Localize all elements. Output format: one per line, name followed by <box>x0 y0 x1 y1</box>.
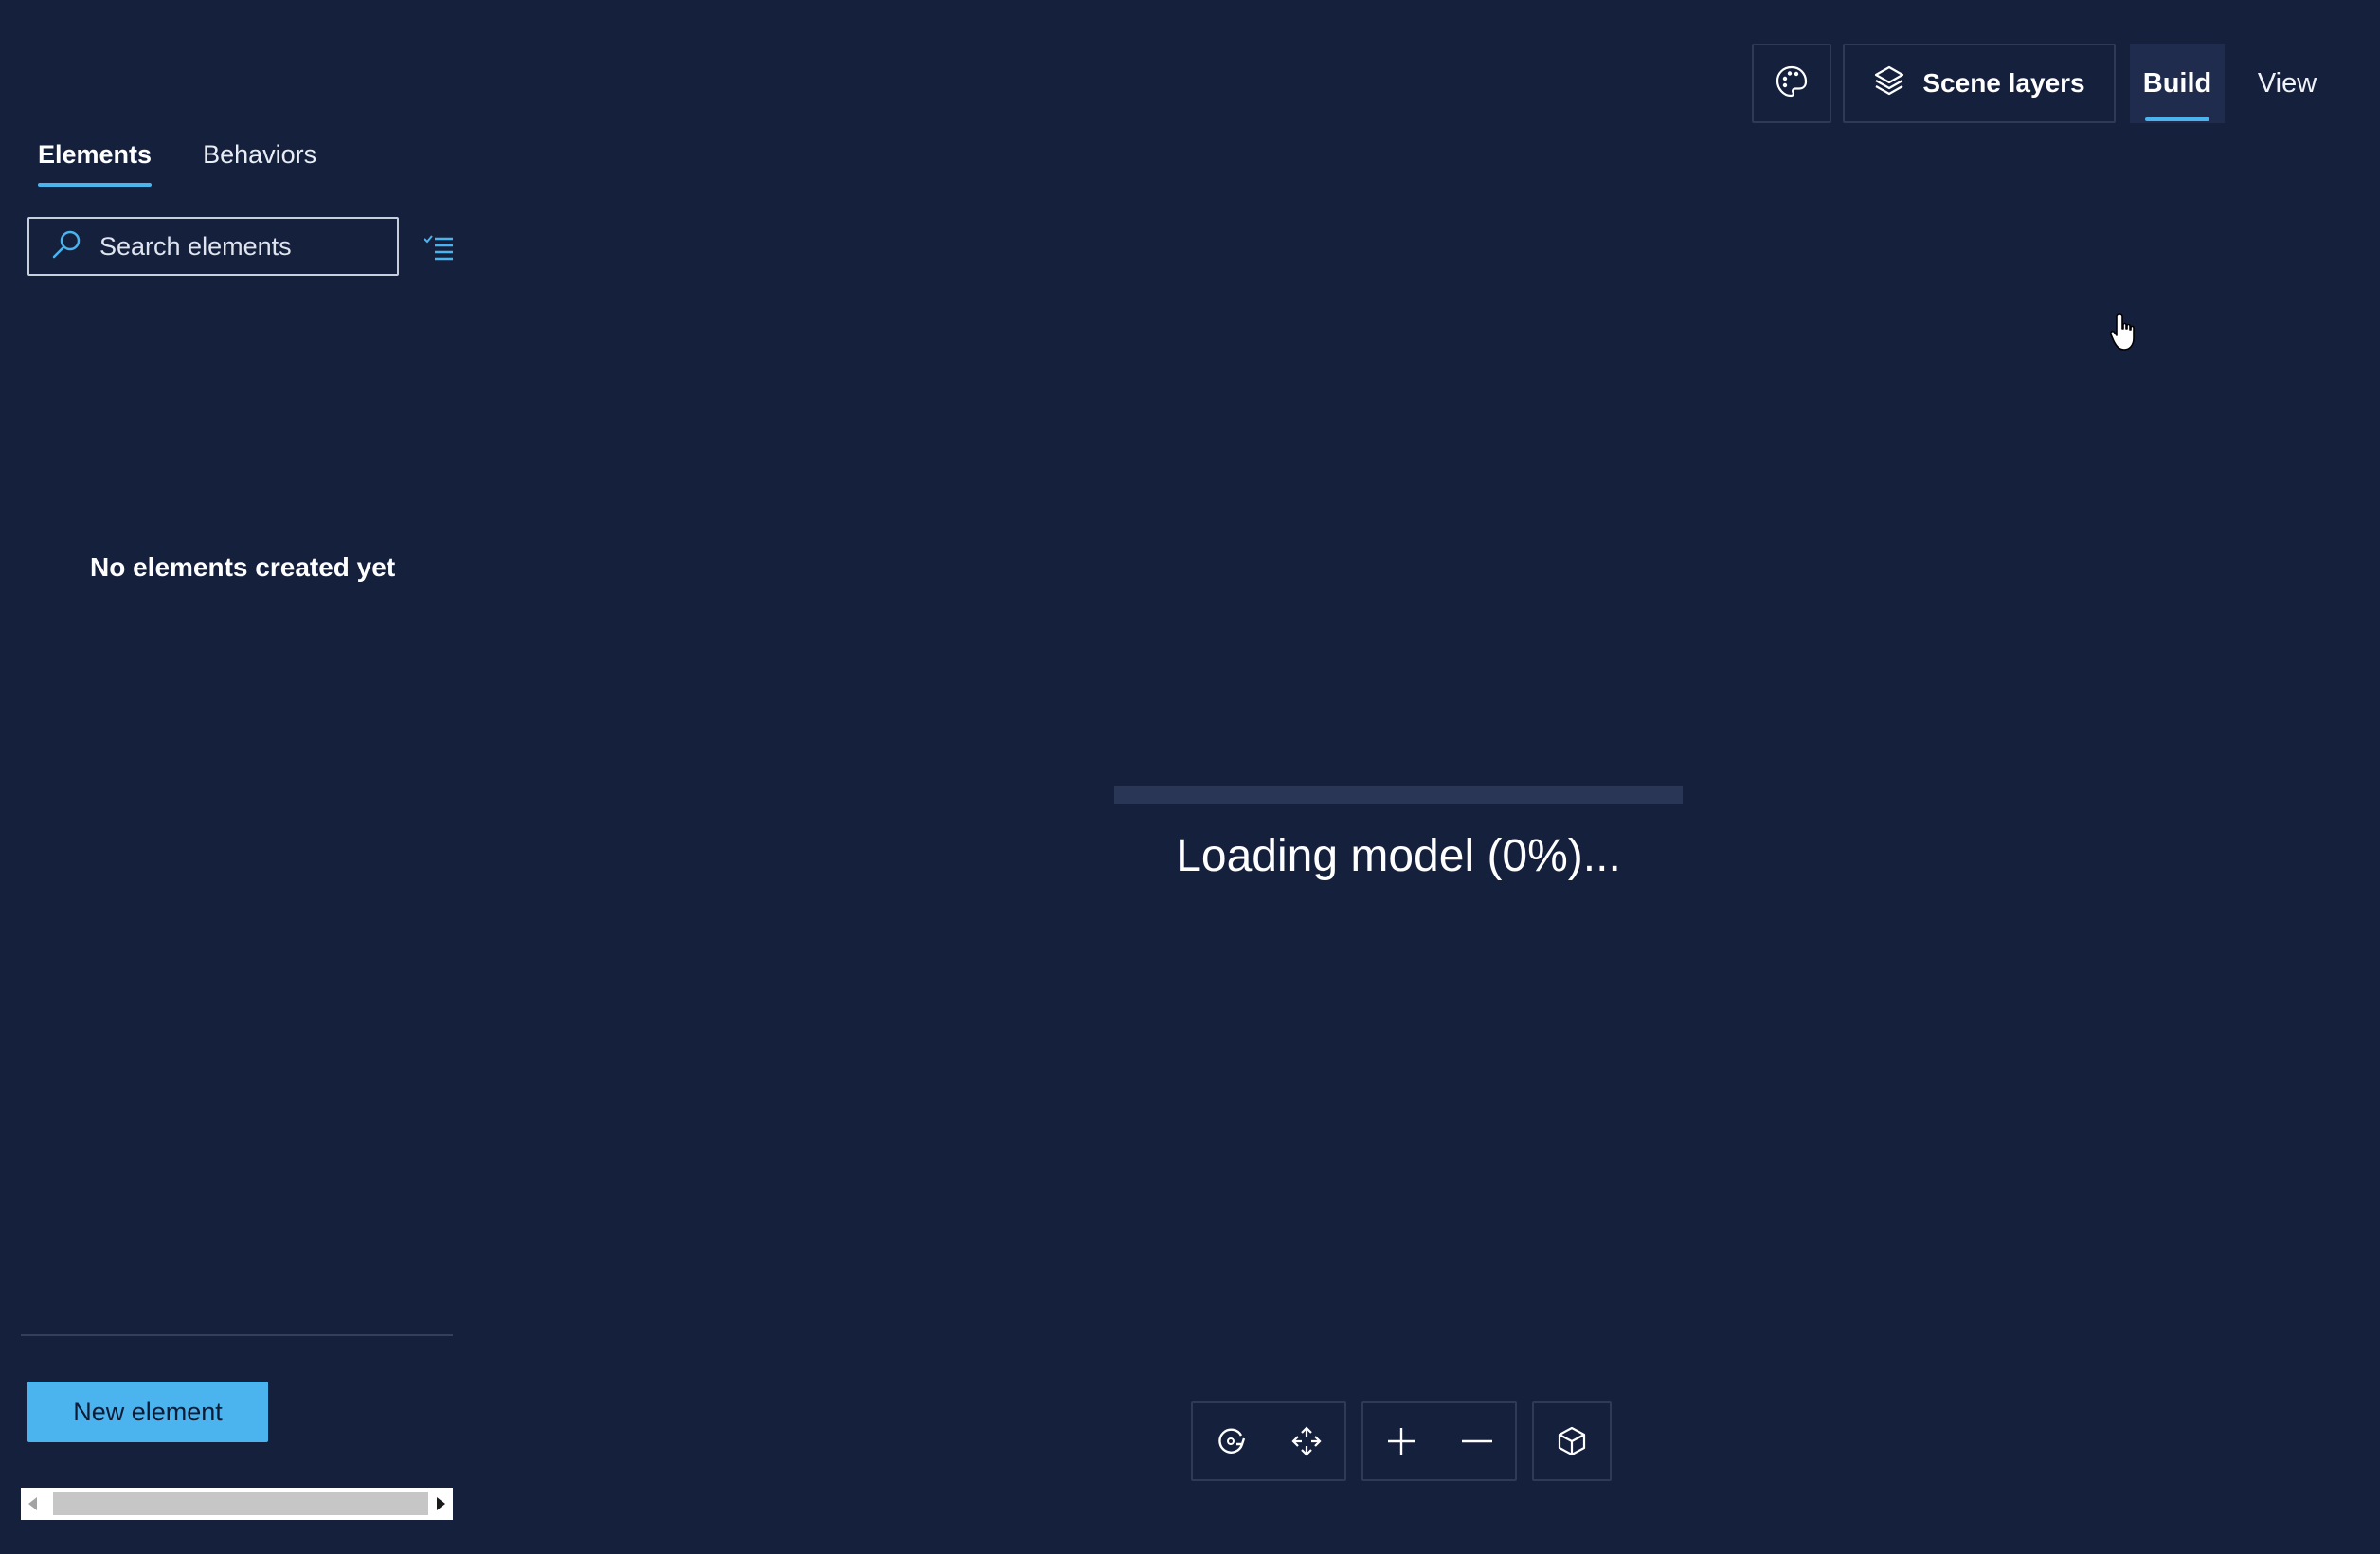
theme-button[interactable] <box>1752 44 1831 123</box>
empty-state-message: No elements created yet <box>90 552 396 582</box>
zoom-in-icon[interactable] <box>1364 1404 1438 1478</box>
pan-icon[interactable] <box>1270 1404 1343 1478</box>
search-input[interactable] <box>98 230 386 262</box>
search-box[interactable] <box>27 217 399 276</box>
horizontal-scrollbar[interactable] <box>21 1488 453 1520</box>
layers-icon <box>1873 64 1905 103</box>
scene-layers-button[interactable]: Scene layers <box>1843 44 2116 123</box>
loading-status-text: Loading model (0%)... <box>1176 831 1621 881</box>
zoom-group <box>1361 1401 1517 1481</box>
scroll-right-arrow-icon[interactable] <box>437 1497 445 1510</box>
scroll-left-arrow-icon[interactable] <box>28 1497 37 1510</box>
tab-behaviors[interactable]: Behaviors <box>203 133 316 187</box>
hand-pointer-cursor-icon <box>2109 311 2141 352</box>
scroll-thumb[interactable] <box>53 1492 428 1515</box>
reset-view-group <box>1532 1401 1612 1481</box>
filter-list-icon[interactable] <box>423 231 457 265</box>
scene-layers-label: Scene layers <box>1922 68 2085 98</box>
palette-icon <box>1775 64 1809 103</box>
view-mode-button[interactable]: View <box>2245 44 2329 123</box>
orbit-icon[interactable] <box>1194 1404 1268 1478</box>
camera-navigation-group <box>1191 1401 1346 1481</box>
reset-view-cube-icon[interactable] <box>1535 1404 1609 1478</box>
search-icon <box>50 228 82 265</box>
panel-divider <box>21 1334 453 1336</box>
tab-elements[interactable]: Elements <box>38 133 153 187</box>
left-panel-tabs: Elements Behaviors <box>38 133 316 187</box>
zoom-out-icon[interactable] <box>1440 1404 1514 1478</box>
build-mode-button[interactable]: Build <box>2130 44 2225 123</box>
loading-progress-bar <box>1114 786 1683 804</box>
new-element-button[interactable]: New element <box>27 1382 268 1442</box>
